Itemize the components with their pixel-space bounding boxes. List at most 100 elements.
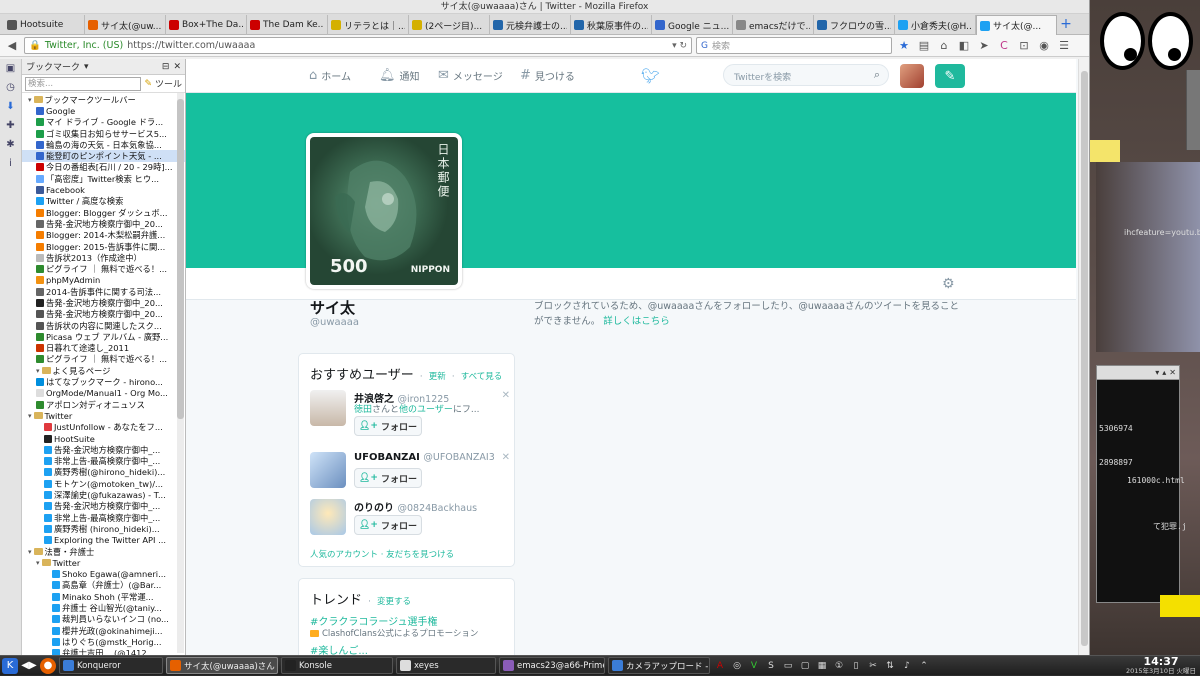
browser-tab[interactable]: Hootsuite: [4, 15, 85, 35]
bookmark-item[interactable]: はりぐち(@mstk_Horig...: [22, 636, 185, 647]
pager-icon[interactable]: ◀▶: [21, 658, 37, 674]
sidebar-title[interactable]: ブックマーク: [26, 60, 80, 73]
bookmark-item[interactable]: 櫻井光政(@okinahimeji...: [22, 625, 185, 636]
bookmark-item[interactable]: ピグライフ ｜ 無料で遊べる！...: [22, 354, 185, 365]
clock[interactable]: 14:37 2015年3月10日 火曜日: [1126, 656, 1196, 676]
bookmark-item[interactable]: Picasa ウェブ アルバム - 廣野...: [22, 331, 185, 342]
bookmark-item[interactable]: 告発-金沢地方検察庁御中_...: [22, 444, 185, 455]
browser-tab[interactable]: (2ページ目)...: [409, 15, 490, 35]
browser-tab[interactable]: 元検弁護士の...: [490, 15, 571, 35]
sidebar-search-input[interactable]: 検索...: [25, 76, 142, 91]
bookmark-item[interactable]: 告発-金沢地方検察庁御中_20...: [22, 218, 185, 229]
new-tab-button[interactable]: +: [1057, 14, 1075, 34]
nav-notifications[interactable]: 🔔︎ 通知: [379, 68, 420, 83]
monitor-icon[interactable]: ▢: [798, 659, 812, 673]
taskbar-task[interactable]: Konsole: [281, 657, 393, 674]
bookmark-item[interactable]: Blogger: 2014-木梨松嗣弁護...: [22, 230, 185, 241]
browser-tab[interactable]: サイ太(@uw...: [85, 15, 166, 35]
url-bar[interactable]: 🔒 Twitter, Inc. (US) https://twitter.com…: [24, 37, 692, 54]
context-others-link[interactable]: 他のユーザー: [399, 405, 453, 415]
trend-item[interactable]: #楽しんご...: [310, 642, 368, 655]
chrome-icon[interactable]: ◎: [730, 659, 744, 673]
compose-tweet-button[interactable]: ✎: [935, 64, 965, 88]
taskbar-task[interactable]: カメラアップロード - Dolp...: [608, 657, 710, 674]
bookmarks-icon[interactable]: ▣: [6, 63, 15, 74]
bookmark-item[interactable]: 「高密度」Twitter検索 ヒウ...: [22, 173, 185, 184]
tray-settings-icon[interactable]: ▯: [849, 659, 863, 673]
bookmark-item[interactable]: 深澤諭史(@fukazawas) - T...: [22, 489, 185, 500]
bookmark-folder[interactable]: ▾ よく見るページ: [22, 365, 185, 376]
suggestion-name[interactable]: UFOBANZAI @UFOBANZAI3: [354, 452, 495, 463]
clear-search-icon[interactable]: ✎: [144, 79, 152, 89]
info-icon[interactable]: i: [9, 158, 12, 169]
bookmark-item[interactable]: 非常上告-最高検察庁御中_...: [22, 512, 185, 523]
browser-tab[interactable]: The Dam Ke...: [247, 15, 328, 35]
browser-tab[interactable]: フクロウの雪...: [814, 15, 895, 35]
reload-icon[interactable]: ▾ ↻: [672, 41, 687, 51]
bookmark-item[interactable]: Minako Shoh (平常運...: [22, 591, 185, 602]
bookmark-item[interactable]: 弁護士 谷山智光(@taniy...: [22, 602, 185, 613]
bookmark-item[interactable]: 非常上告-最高検察庁御中_...: [22, 456, 185, 467]
taskbar-task[interactable]: サイ太(@uwaaaa)さん | Tw...: [166, 657, 278, 674]
browser-tab[interactable]: サイ太(@...: [976, 15, 1057, 35]
downloads-icon[interactable]: ⬇: [6, 101, 14, 112]
expand-arrow-icon[interactable]: ▾: [36, 367, 40, 375]
bookmarks-menu-icon[interactable]: ▤: [916, 38, 932, 54]
bookmark-item[interactable]: 廣野秀樹(@hirono_hideki)...: [22, 467, 185, 478]
addons-icon[interactable]: ✚: [6, 120, 14, 131]
terminal-icon[interactable]: ▭: [781, 659, 795, 673]
vim-icon[interactable]: V: [747, 659, 761, 673]
sidebar-scrollbar[interactable]: [177, 93, 184, 653]
expand-arrow-icon[interactable]: ▾: [28, 96, 32, 104]
minimize-icon[interactable]: ▾: [1155, 368, 1159, 377]
who-to-follow-footer[interactable]: 人気のアカウント · 友だちを見つける: [310, 548, 454, 560]
follow-button[interactable]: 👤︎+ フォロー: [354, 515, 422, 535]
search-icon[interactable]: ⌕: [874, 68, 880, 82]
context-user-link[interactable]: 徳田: [354, 405, 372, 415]
send-icon[interactable]: ➤: [976, 38, 992, 54]
settings-icon[interactable]: ✱: [6, 139, 14, 150]
bookmark-item[interactable]: 高島章（弁護士）(@Bar...: [22, 580, 185, 591]
bookmark-item[interactable]: Facebook: [22, 184, 185, 195]
taskbar-task[interactable]: xeyes: [396, 657, 496, 674]
dismiss-icon[interactable]: ✕: [502, 390, 510, 401]
browser-tab[interactable]: 小倉秀夫(@H...: [895, 15, 976, 35]
volume-icon[interactable]: ♪: [900, 659, 914, 673]
nav-discover[interactable]: # 見つける: [520, 68, 575, 83]
taskbar-task[interactable]: Konqueror: [59, 657, 163, 674]
notification-count-icon[interactable]: ①: [832, 659, 846, 673]
bookmark-item[interactable]: 裁判員いらないインコ (no...: [22, 614, 185, 625]
bookmark-item[interactable]: 告訴状の内容に関連したスク...: [22, 320, 185, 331]
bookmark-item[interactable]: 輪島の海の天気 - 日本気象協...: [22, 139, 185, 150]
bookmark-item[interactable]: phpMyAdmin: [22, 275, 185, 286]
browser-tab[interactable]: リテラとは｜...: [328, 15, 409, 35]
browser-tab[interactable]: Google ニュ...: [652, 15, 733, 35]
terminal-window[interactable]: ▾ ▴ ✕ 5306974 2898897 161000c.html て犯罪.j: [1096, 365, 1187, 603]
chat-icon[interactable]: ◉: [1036, 38, 1052, 54]
gear-icon[interactable]: ⚙: [942, 276, 955, 292]
bookmark-item[interactable]: Shoko Egawa(@amneri...: [22, 568, 185, 579]
screenshot-icon[interactable]: ⊡: [1016, 38, 1032, 54]
browser-tab[interactable]: Box+The Da...: [166, 15, 247, 35]
bookmark-item[interactable]: 告訴状2013（作成途中）: [22, 252, 185, 263]
history-icon[interactable]: ◷: [6, 82, 15, 93]
bookmark-item[interactable]: 告発-金沢地方検察庁御中_...: [22, 501, 185, 512]
learn-more-link[interactable]: 詳しくはこちら: [603, 316, 670, 327]
profile-avatar[interactable]: 日本郵便 500 NIPPON: [306, 133, 462, 289]
bookmark-item[interactable]: ゴミ収集日お知らせサービス5...: [22, 128, 185, 139]
page-scrollbar[interactable]: [1078, 59, 1089, 655]
follow-button[interactable]: 👤︎+ フォロー: [354, 468, 422, 488]
bookmark-folder[interactable]: ▾ Twitter: [22, 410, 185, 421]
twitter-search-input[interactable]: Twitterを検索 ⌕: [723, 64, 889, 86]
change-trends-link[interactable]: 変更する: [377, 597, 411, 607]
close-icon[interactable]: ✕: [1169, 368, 1176, 377]
bookmark-folder[interactable]: ▾ Twitter: [22, 557, 185, 568]
expand-arrow-icon[interactable]: ▾: [28, 548, 32, 556]
bookmark-item[interactable]: Twitter / 高度な検索: [22, 196, 185, 207]
follow-button[interactable]: 👤︎+ フォロー: [354, 416, 422, 436]
nav-messages[interactable]: ✉ メッセージ: [438, 68, 503, 83]
pocket-icon[interactable]: ◧: [956, 38, 972, 54]
expand-arrow-icon[interactable]: ▾: [28, 412, 32, 420]
page-scroll-thumb[interactable]: [1081, 71, 1088, 646]
refresh-link[interactable]: 更新: [429, 372, 446, 382]
